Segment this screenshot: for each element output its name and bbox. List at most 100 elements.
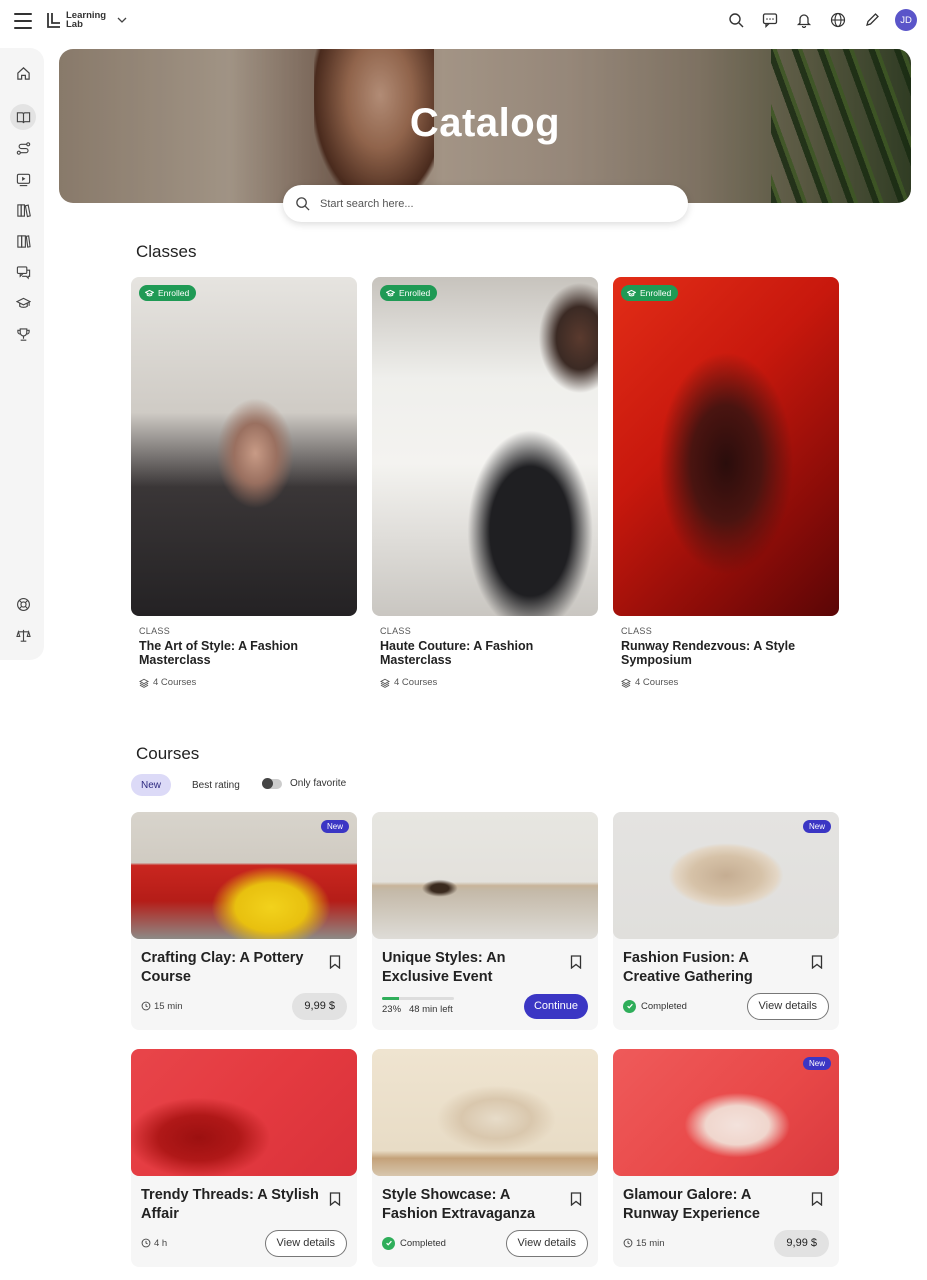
logo-text: Learning Lab — [66, 10, 107, 30]
continue-button[interactable]: Continue — [523, 993, 588, 1019]
sidebar — [0, 48, 44, 660]
course-image — [131, 1049, 357, 1176]
courses-heading: Courses — [136, 744, 200, 763]
duration: 4 h — [141, 1238, 167, 1249]
catalog-hero-banner: Catalog — [59, 49, 911, 203]
enrolled-badge: Enrolled — [380, 285, 438, 301]
price-button[interactable]: 9,99 $ — [774, 1229, 829, 1257]
class-kind: CLASS — [139, 626, 171, 636]
home-icon[interactable] — [10, 60, 36, 86]
search-icon — [296, 197, 310, 211]
class-title[interactable]: The Art of Style: A Fashion Masterclass — [139, 639, 339, 667]
class-card[interactable]: Enrolled CLASS Runway Rendezvous: A Styl… — [613, 277, 839, 688]
course-card[interactable]: New Fashion Fusion: A Creative Gathering… — [613, 812, 839, 1030]
view-details-button[interactable]: View details — [746, 992, 829, 1020]
course-card[interactable]: New Crafting Clay: A Pottery Course 15 m… — [131, 812, 357, 1030]
check-icon — [382, 1236, 395, 1250]
class-card[interactable]: Enrolled CLASS The Art of Style: A Fashi… — [131, 277, 357, 688]
course-card[interactable]: Unique Styles: An Exclusive Event 23% 48… — [372, 812, 598, 1030]
graduation-icon — [386, 289, 395, 296]
class-meta: 4 Courses — [621, 677, 839, 688]
course-card[interactable]: Trendy Threads: A Stylish Affair 4 h Vie… — [131, 1049, 357, 1267]
filter-new[interactable]: New — [131, 774, 172, 796]
view-details-button[interactable]: View details — [505, 1229, 588, 1257]
bookmark-icon[interactable] — [329, 955, 341, 969]
course-card[interactable]: Style Showcase: A Fashion Extravaganza C… — [372, 1049, 598, 1267]
logo[interactable]: Learning Lab — [46, 11, 106, 29]
progress-percent: 23% — [382, 1004, 402, 1015]
menu-icon[interactable] — [14, 13, 32, 29]
messages-icon[interactable] — [10, 259, 36, 285]
class-title[interactable]: Runway Rendezvous: A Style Symposium — [621, 639, 821, 667]
course-title[interactable]: Trendy Threads: A Stylish Affair — [141, 1186, 321, 1224]
pencil-icon[interactable] — [861, 9, 883, 31]
price-button[interactable]: 9,99 $ — [292, 992, 347, 1020]
class-title[interactable]: Haute Couture: A Fashion Masterclass — [380, 639, 580, 667]
course-image — [372, 812, 598, 939]
course-title[interactable]: Fashion Fusion: A Creative Gathering — [623, 949, 803, 987]
toggle-switch[interactable] — [262, 777, 282, 789]
time-left: 48 min left — [408, 1004, 453, 1015]
video-icon[interactable] — [10, 166, 36, 192]
check-icon — [623, 999, 636, 1013]
search-icon[interactable] — [725, 9, 747, 31]
bookmark-icon[interactable] — [329, 1192, 341, 1206]
logo-mark-icon — [47, 12, 60, 28]
clock-icon — [141, 1001, 151, 1011]
help-icon[interactable] — [10, 591, 36, 617]
completed-status: Completed — [623, 999, 687, 1013]
layers-icon — [380, 678, 390, 688]
avatar[interactable]: JD — [895, 9, 917, 31]
class-image: Enrolled — [131, 277, 357, 616]
enrolled-badge: Enrolled — [139, 285, 197, 301]
bookmark-icon[interactable] — [570, 955, 582, 969]
course-title[interactable]: Crafting Clay: A Pottery Course — [141, 949, 321, 987]
filter-best-rating[interactable]: Best rating — [182, 774, 250, 796]
progress-fill — [382, 997, 399, 1000]
search-bar[interactable] — [283, 185, 688, 222]
chevron-down-icon[interactable] — [116, 14, 128, 26]
duration: 15 min — [141, 1001, 183, 1012]
progress-bar — [382, 997, 454, 1000]
class-card[interactable]: Enrolled CLASS Haute Couture: A Fashion … — [372, 277, 598, 688]
globe-icon[interactable] — [827, 9, 849, 31]
course-image: New — [613, 1049, 839, 1176]
class-image: Enrolled — [372, 277, 598, 616]
bookmark-icon[interactable] — [811, 1192, 823, 1206]
graduation-icon[interactable] — [10, 290, 36, 316]
view-details-button[interactable]: View details — [264, 1229, 347, 1257]
class-image: Enrolled — [613, 277, 839, 616]
library-icon[interactable] — [10, 197, 36, 223]
course-card[interactable]: New Glamour Galore: A Runway Experience … — [613, 1049, 839, 1267]
course-title[interactable]: Unique Styles: An Exclusive Event — [382, 949, 562, 987]
search-input[interactable] — [320, 197, 660, 210]
course-title[interactable]: Style Showcase: A Fashion Extravaganza — [382, 1186, 562, 1224]
trophy-icon[interactable] — [10, 321, 36, 347]
bookmark-icon[interactable] — [811, 955, 823, 969]
class-meta: 4 Courses — [380, 677, 598, 688]
new-badge: New — [802, 1057, 831, 1070]
library-2-icon[interactable] — [10, 228, 36, 254]
progress-text: 23% 48 min left — [382, 1004, 454, 1015]
clock-icon — [623, 1238, 633, 1248]
progress: 23% 48 min left — [382, 997, 454, 1015]
new-badge: New — [802, 820, 831, 833]
course-title[interactable]: Glamour Galore: A Runway Experience — [623, 1186, 803, 1224]
classes-heading: Classes — [136, 242, 197, 261]
enrolled-badge: Enrolled — [621, 285, 679, 301]
graduation-icon — [627, 289, 636, 296]
route-icon[interactable] — [10, 135, 36, 161]
layers-icon — [139, 678, 149, 688]
bookmark-icon[interactable] — [570, 1192, 582, 1206]
course-image: New — [613, 812, 839, 939]
new-badge: New — [320, 820, 349, 833]
chat-icon[interactable] — [759, 9, 781, 31]
only-favorite-label: Only favorite — [290, 778, 347, 789]
page-title: Catalog — [409, 101, 561, 145]
course-image: New — [131, 812, 357, 939]
bell-icon[interactable] — [793, 9, 815, 31]
book-icon[interactable] — [10, 104, 36, 130]
scale-icon[interactable] — [10, 622, 36, 648]
class-kind: CLASS — [621, 626, 653, 636]
only-favorite-toggle[interactable]: Only favorite — [262, 777, 347, 789]
